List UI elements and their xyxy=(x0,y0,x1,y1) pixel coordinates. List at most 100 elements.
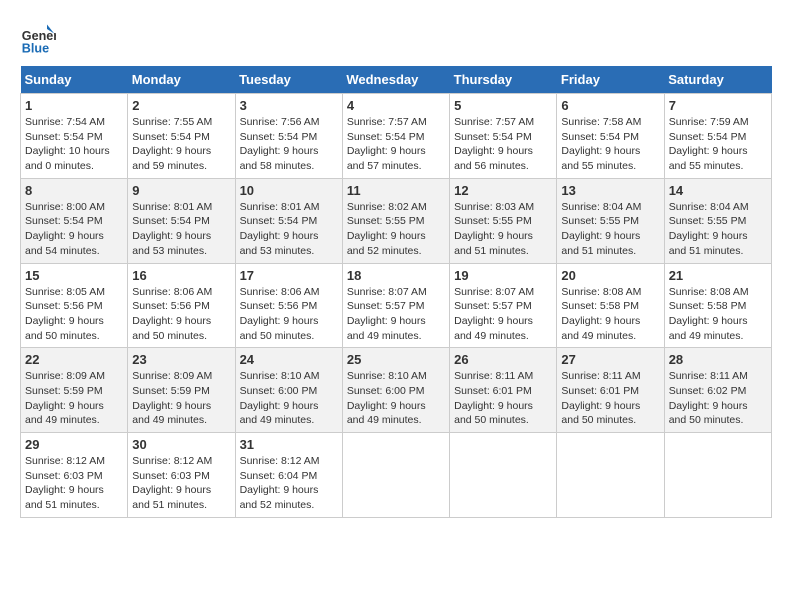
day-cell-2: 2 Sunrise: 7:55 AM Sunset: 5:54 PM Dayli… xyxy=(128,94,235,179)
sunrise-label: Sunrise: 8:09 AM xyxy=(25,370,105,382)
svg-text:Blue: Blue xyxy=(22,41,49,55)
sunset-label: Sunset: 5:54 PM xyxy=(454,131,532,143)
day-cell-31: 31 Sunrise: 8:12 AM Sunset: 6:04 PM Dayl… xyxy=(235,433,342,518)
day-number: 27 xyxy=(561,352,659,367)
sunrise-label: Sunrise: 8:03 AM xyxy=(454,201,534,213)
day-cell-23: 23 Sunrise: 8:09 AM Sunset: 5:59 PM Dayl… xyxy=(128,348,235,433)
day-info: Sunrise: 7:56 AM Sunset: 5:54 PM Dayligh… xyxy=(240,115,338,174)
sunset-label: Sunset: 6:03 PM xyxy=(25,470,103,482)
day-info: Sunrise: 8:00 AM Sunset: 5:54 PM Dayligh… xyxy=(25,200,123,259)
day-info: Sunrise: 7:54 AM Sunset: 5:54 PM Dayligh… xyxy=(25,115,123,174)
sunrise-label: Sunrise: 7:56 AM xyxy=(240,116,320,128)
day-info: Sunrise: 7:59 AM Sunset: 5:54 PM Dayligh… xyxy=(669,115,767,174)
day-info: Sunrise: 7:58 AM Sunset: 5:54 PM Dayligh… xyxy=(561,115,659,174)
daylight-label: Daylight: 9 hours and 51 minutes. xyxy=(25,484,104,511)
sunset-label: Sunset: 6:02 PM xyxy=(669,385,747,397)
daylight-label: Daylight: 9 hours and 53 minutes. xyxy=(240,230,319,257)
week-row-2: 8 Sunrise: 8:00 AM Sunset: 5:54 PM Dayli… xyxy=(21,178,772,263)
day-number: 10 xyxy=(240,183,338,198)
daylight-label: Daylight: 9 hours and 53 minutes. xyxy=(132,230,211,257)
col-header-sunday: Sunday xyxy=(21,66,128,94)
sunset-label: Sunset: 5:59 PM xyxy=(25,385,103,397)
sunset-label: Sunset: 6:04 PM xyxy=(240,470,318,482)
day-info: Sunrise: 7:57 AM Sunset: 5:54 PM Dayligh… xyxy=(454,115,552,174)
col-header-thursday: Thursday xyxy=(450,66,557,94)
daylight-label: Daylight: 9 hours and 49 minutes. xyxy=(347,400,426,427)
day-info: Sunrise: 8:09 AM Sunset: 5:59 PM Dayligh… xyxy=(132,369,230,428)
daylight-label: Daylight: 9 hours and 54 minutes. xyxy=(25,230,104,257)
day-info: Sunrise: 8:10 AM Sunset: 6:00 PM Dayligh… xyxy=(240,369,338,428)
sunset-label: Sunset: 5:58 PM xyxy=(561,300,639,312)
day-cell-18: 18 Sunrise: 8:07 AM Sunset: 5:57 PM Dayl… xyxy=(342,263,449,348)
day-number: 28 xyxy=(669,352,767,367)
daylight-label: Daylight: 9 hours and 57 minutes. xyxy=(347,145,426,172)
daylight-label: Daylight: 9 hours and 52 minutes. xyxy=(240,484,319,511)
day-info: Sunrise: 8:07 AM Sunset: 5:57 PM Dayligh… xyxy=(454,285,552,344)
sunrise-label: Sunrise: 8:04 AM xyxy=(669,201,749,213)
week-row-5: 29 Sunrise: 8:12 AM Sunset: 6:03 PM Dayl… xyxy=(21,433,772,518)
daylight-label: Daylight: 9 hours and 56 minutes. xyxy=(454,145,533,172)
daylight-label: Daylight: 9 hours and 49 minutes. xyxy=(347,315,426,342)
sunset-label: Sunset: 5:59 PM xyxy=(132,385,210,397)
sunrise-label: Sunrise: 8:01 AM xyxy=(240,201,320,213)
day-number: 13 xyxy=(561,183,659,198)
day-cell-12: 12 Sunrise: 8:03 AM Sunset: 5:55 PM Dayl… xyxy=(450,178,557,263)
day-info: Sunrise: 8:01 AM Sunset: 5:54 PM Dayligh… xyxy=(132,200,230,259)
sunrise-label: Sunrise: 8:10 AM xyxy=(347,370,427,382)
day-cell-9: 9 Sunrise: 8:01 AM Sunset: 5:54 PM Dayli… xyxy=(128,178,235,263)
day-cell-25: 25 Sunrise: 8:10 AM Sunset: 6:00 PM Dayl… xyxy=(342,348,449,433)
day-number: 6 xyxy=(561,98,659,113)
sunset-label: Sunset: 5:54 PM xyxy=(669,131,747,143)
sunset-label: Sunset: 5:56 PM xyxy=(240,300,318,312)
day-cell-11: 11 Sunrise: 8:02 AM Sunset: 5:55 PM Dayl… xyxy=(342,178,449,263)
day-info: Sunrise: 8:11 AM Sunset: 6:01 PM Dayligh… xyxy=(561,369,659,428)
day-number: 5 xyxy=(454,98,552,113)
daylight-label: Daylight: 9 hours and 49 minutes. xyxy=(669,315,748,342)
day-number: 18 xyxy=(347,268,445,283)
empty-cell xyxy=(557,433,664,518)
sunset-label: Sunset: 6:01 PM xyxy=(454,385,532,397)
day-info: Sunrise: 8:04 AM Sunset: 5:55 PM Dayligh… xyxy=(561,200,659,259)
day-cell-10: 10 Sunrise: 8:01 AM Sunset: 5:54 PM Dayl… xyxy=(235,178,342,263)
day-cell-30: 30 Sunrise: 8:12 AM Sunset: 6:03 PM Dayl… xyxy=(128,433,235,518)
sunrise-label: Sunrise: 8:12 AM xyxy=(25,455,105,467)
day-cell-14: 14 Sunrise: 8:04 AM Sunset: 5:55 PM Dayl… xyxy=(664,178,771,263)
sunset-label: Sunset: 5:54 PM xyxy=(132,215,210,227)
sunset-label: Sunset: 5:57 PM xyxy=(347,300,425,312)
daylight-label: Daylight: 9 hours and 55 minutes. xyxy=(561,145,640,172)
daylight-label: Daylight: 9 hours and 50 minutes. xyxy=(669,400,748,427)
sunrise-label: Sunrise: 8:02 AM xyxy=(347,201,427,213)
day-number: 9 xyxy=(132,183,230,198)
daylight-label: Daylight: 9 hours and 50 minutes. xyxy=(25,315,104,342)
day-number: 12 xyxy=(454,183,552,198)
empty-cell xyxy=(450,433,557,518)
sunset-label: Sunset: 5:55 PM xyxy=(454,215,532,227)
sunset-label: Sunset: 6:01 PM xyxy=(561,385,639,397)
sunset-label: Sunset: 5:55 PM xyxy=(561,215,639,227)
col-header-monday: Monday xyxy=(128,66,235,94)
daylight-label: Daylight: 9 hours and 49 minutes. xyxy=(132,400,211,427)
day-info: Sunrise: 8:08 AM Sunset: 5:58 PM Dayligh… xyxy=(561,285,659,344)
sunset-label: Sunset: 5:54 PM xyxy=(347,131,425,143)
empty-cell xyxy=(342,433,449,518)
daylight-label: Daylight: 9 hours and 50 minutes. xyxy=(240,315,319,342)
day-number: 23 xyxy=(132,352,230,367)
sunset-label: Sunset: 5:56 PM xyxy=(25,300,103,312)
sunrise-label: Sunrise: 8:11 AM xyxy=(454,370,533,382)
day-cell-3: 3 Sunrise: 7:56 AM Sunset: 5:54 PM Dayli… xyxy=(235,94,342,179)
sunset-label: Sunset: 5:55 PM xyxy=(347,215,425,227)
day-cell-6: 6 Sunrise: 7:58 AM Sunset: 5:54 PM Dayli… xyxy=(557,94,664,179)
day-info: Sunrise: 8:06 AM Sunset: 5:56 PM Dayligh… xyxy=(240,285,338,344)
day-number: 26 xyxy=(454,352,552,367)
sunrise-label: Sunrise: 7:57 AM xyxy=(347,116,427,128)
sunset-label: Sunset: 5:54 PM xyxy=(132,131,210,143)
header-row: SundayMondayTuesdayWednesdayThursdayFrid… xyxy=(21,66,772,94)
daylight-label: Daylight: 9 hours and 49 minutes. xyxy=(240,400,319,427)
day-info: Sunrise: 8:04 AM Sunset: 5:55 PM Dayligh… xyxy=(669,200,767,259)
daylight-label: Daylight: 9 hours and 55 minutes. xyxy=(669,145,748,172)
day-cell-22: 22 Sunrise: 8:09 AM Sunset: 5:59 PM Dayl… xyxy=(21,348,128,433)
daylight-label: Daylight: 9 hours and 50 minutes. xyxy=(132,315,211,342)
sunrise-label: Sunrise: 8:11 AM xyxy=(669,370,748,382)
day-cell-27: 27 Sunrise: 8:11 AM Sunset: 6:01 PM Dayl… xyxy=(557,348,664,433)
day-info: Sunrise: 8:08 AM Sunset: 5:58 PM Dayligh… xyxy=(669,285,767,344)
